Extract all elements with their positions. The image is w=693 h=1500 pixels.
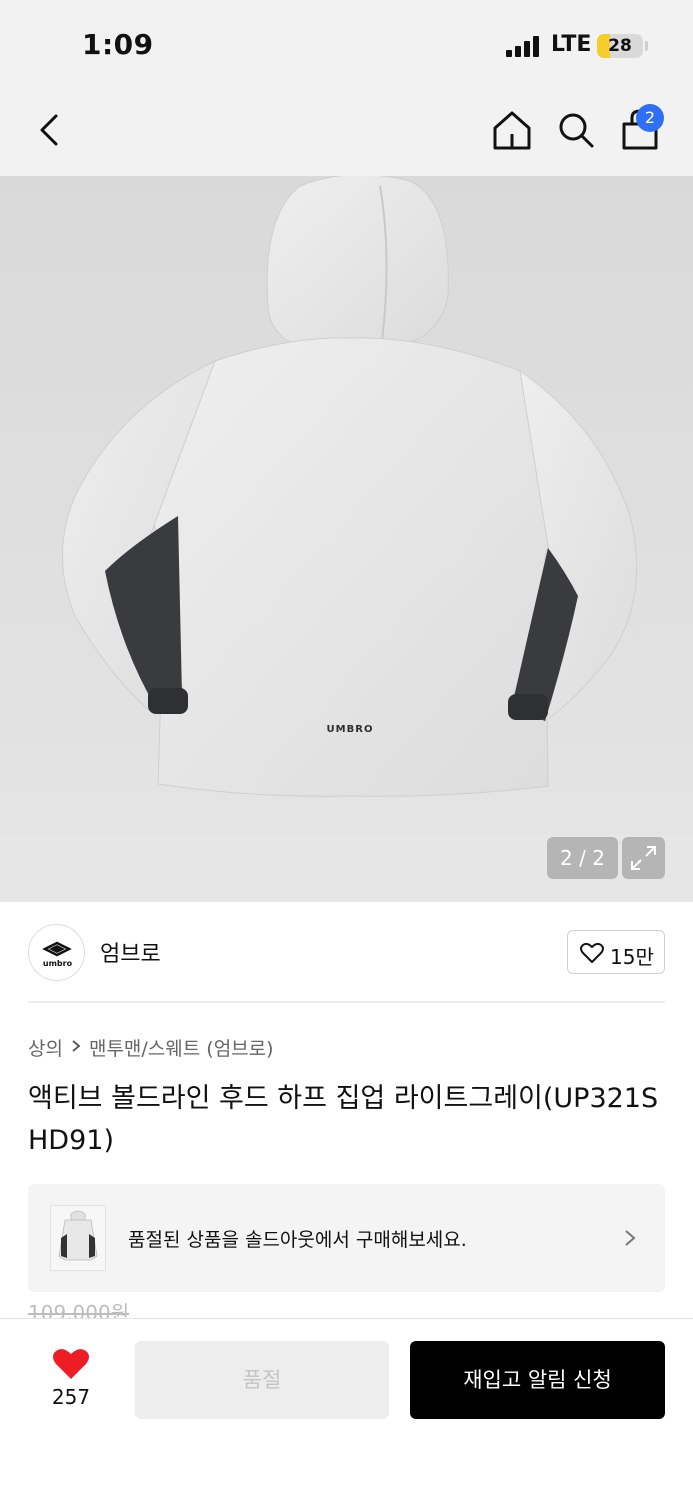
image-page-indicator: 2 / 2 bbox=[547, 837, 618, 879]
cart-count-badge: 2 bbox=[636, 104, 664, 132]
hoodie-thumbnail-image bbox=[51, 1206, 105, 1270]
divider bbox=[28, 1001, 665, 1003]
back-arrow-icon[interactable] bbox=[30, 108, 70, 152]
brand-like-button[interactable]: 15만 bbox=[567, 930, 665, 974]
chevron-right-icon bbox=[72, 1040, 81, 1052]
product-image: UMBRO bbox=[0, 176, 693, 834]
bottom-action-bar: 257 품절 재입고 알림 신청 bbox=[0, 1318, 693, 1500]
battery-percent: 28 bbox=[608, 36, 632, 56]
umbro-logo-icon: umbro bbox=[42, 941, 73, 968]
expand-image-button[interactable] bbox=[622, 837, 665, 879]
home-icon[interactable] bbox=[490, 108, 534, 152]
signal-icon bbox=[506, 35, 542, 57]
restock-alert-button[interactable]: 재입고 알림 신청 bbox=[410, 1341, 665, 1419]
status-bar: 1:09 LTE 28 bbox=[0, 0, 693, 88]
battery-icon: 28 bbox=[597, 34, 643, 58]
brand-row: umbro 엄브로 15만 bbox=[28, 922, 665, 982]
top-nav bbox=[0, 88, 693, 176]
heart-outline-icon bbox=[580, 942, 604, 963]
brand-logo[interactable]: umbro bbox=[28, 924, 85, 981]
product-title: 액티브 볼드라인 후드 하프 집업 라이트그레이(UP321SHD91) bbox=[28, 1083, 659, 1156]
wish-count: 257 bbox=[51, 1385, 91, 1409]
heart-filled-icon[interactable] bbox=[52, 1347, 90, 1381]
network-type: LTE bbox=[551, 32, 592, 57]
garment-print: UMBRO bbox=[327, 724, 374, 735]
soldout-banner-text: 품절된 상품을 솔드아웃에서 구매해보세요. bbox=[128, 1229, 467, 1251]
soldout-button[interactable]: 품절 bbox=[135, 1341, 389, 1419]
brand-like-count: 15만 bbox=[610, 945, 654, 969]
chevron-right-icon bbox=[625, 1230, 636, 1246]
product-gallery[interactable]: UMBRO 2 / 2 bbox=[0, 176, 693, 902]
breadcrumb: 상의 맨투맨/스웨트 (엄브로) bbox=[28, 1034, 274, 1062]
brand-name[interactable]: 엄브로 bbox=[100, 936, 161, 968]
brand-logo-text: umbro bbox=[43, 959, 73, 968]
soldout-banner[interactable]: 품절된 상품을 솔드아웃에서 구매해보세요. bbox=[28, 1184, 665, 1292]
search-icon[interactable] bbox=[555, 108, 597, 152]
battery-tip bbox=[645, 41, 648, 51]
breadcrumb-subcategory[interactable]: 맨투맨/스웨트 (엄브로) bbox=[89, 1038, 274, 1060]
status-time: 1:09 bbox=[82, 28, 154, 61]
breadcrumb-category[interactable]: 상의 bbox=[28, 1038, 63, 1060]
banner-thumbnail bbox=[50, 1205, 106, 1271]
expand-icon bbox=[631, 846, 656, 870]
